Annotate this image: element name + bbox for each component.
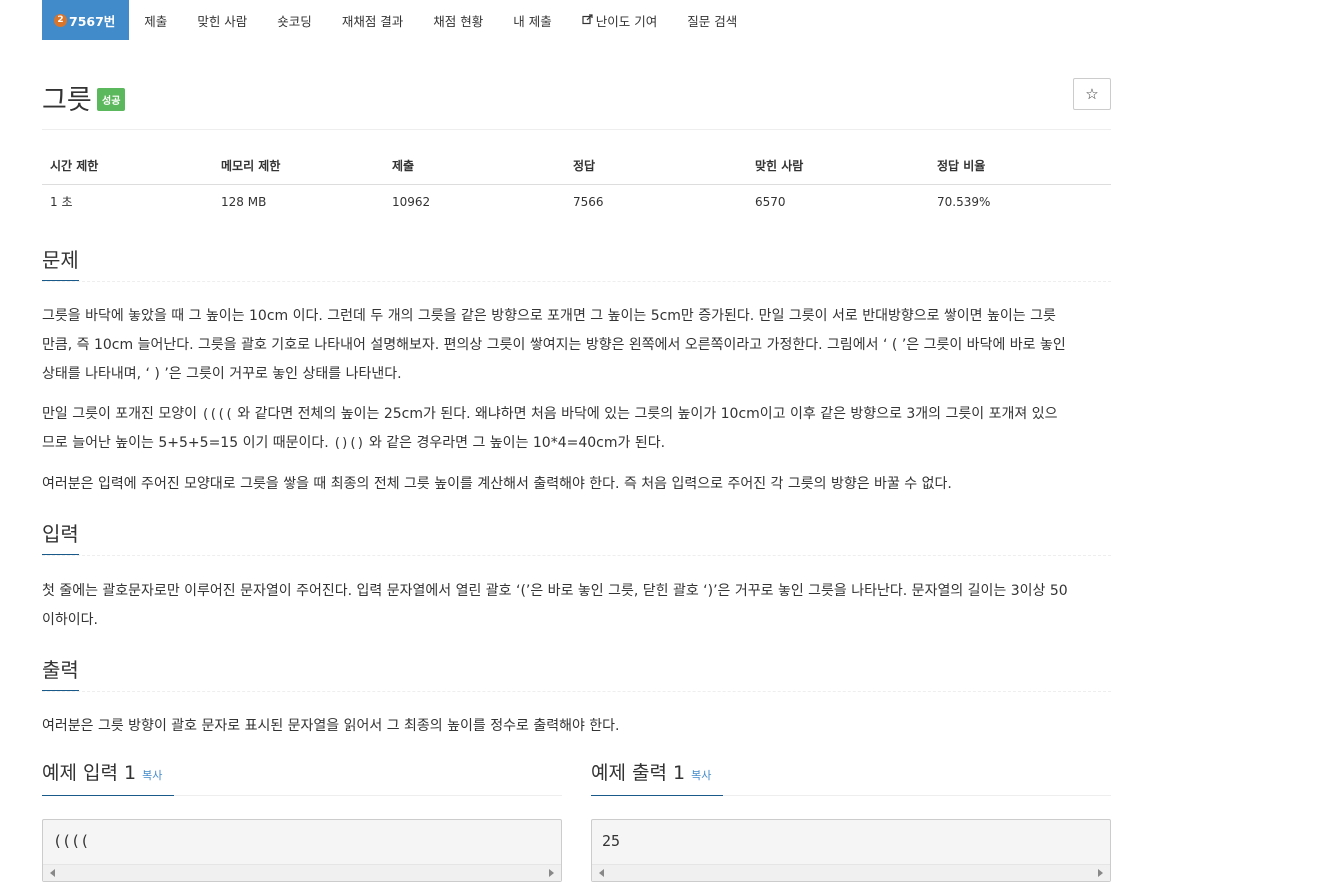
problem-p2-text-c: 므로 늘어난 높이는 5+5+5=15 이기 때문이다.	[42, 435, 334, 451]
output-heading-text: 출력	[42, 654, 79, 691]
submissions-header: 제출	[384, 147, 565, 185]
memory-limit-header: 메모리 제한	[213, 147, 384, 185]
scroll-right-icon[interactable]	[549, 869, 554, 877]
nav-rejudge-results[interactable]: 재채점 결과	[327, 0, 418, 40]
problem-number-label: 7567번	[69, 13, 116, 29]
problem-p2-line2: 므로 늘어난 높이는 5+5+5=15 이기 때문이다. ()() 와 같은 경…	[42, 429, 1111, 458]
status-badge: 성공	[97, 88, 126, 111]
problem-heading-text: 문제	[42, 244, 79, 281]
problem-p1-line2: 만큼, 즉 10cm 늘어난다. 그릇을 괄호 기호로 나타내어 설명해보자. …	[42, 337, 1066, 353]
scroll-right-icon[interactable]	[1098, 869, 1103, 877]
sample-output-header: 예제 출력 1 복사	[591, 758, 1111, 796]
sample-input-box[interactable]: ((((	[42, 819, 562, 882]
nav-question-search[interactable]: 질문 검색	[672, 0, 752, 40]
output-description: 여러분은 그릇 방향이 괄호 문자로 표시된 문자열을 읽어서 그 최종의 높이…	[42, 718, 620, 734]
problem-p2-line1: 만일 그릇이 포개진 모양이 (((( 와 같다면 전체의 높이는 25cm가 …	[42, 400, 1111, 429]
inline-code: ()()	[333, 436, 365, 451]
input-heading-text: 입력	[42, 518, 79, 555]
table-header-row: 시간 제한 메모리 제한 제출 정답 맞힌 사람 정답 비율	[42, 147, 1111, 185]
problem-info-table: 시간 제한 메모리 제한 제출 정답 맞힌 사람 정답 비율 1 초 128 M…	[42, 147, 1111, 218]
nav-solved-users[interactable]: 맞힌 사람	[182, 0, 262, 40]
sample-output-heading: 예제 출력 1 복사	[591, 758, 1111, 796]
accept-ratio-value: 70.539%	[937, 194, 991, 209]
star-icon: ☆	[1085, 85, 1099, 103]
time-limit-header: 시간 제한	[42, 147, 213, 185]
nav-submit[interactable]: 제출	[129, 0, 182, 40]
problem-section-heading: 문제	[42, 244, 1111, 282]
sample-input-heading: 예제 입력 1 복사	[42, 758, 562, 796]
input-description: 첫 줄에는 괄호문자로만 이루어진 문자열이 주어진다. 입력 문자열에서 열린…	[42, 577, 1111, 635]
nav-judge-status[interactable]: 채점 현황	[418, 0, 498, 40]
input-line2: 이하이다.	[42, 612, 98, 628]
nav-difficulty-contribution[interactable]: 난이도 기여	[567, 0, 672, 40]
nav-my-submissions-label: 내 제출	[513, 13, 552, 29]
problem-p2-text-d: 와 같은 경우라면 그 높이는 10*4=40cm가 된다.	[364, 435, 666, 451]
nav-solved-users-label: 맞힌 사람	[197, 13, 248, 29]
table-row: 1 초 128 MB 10962 7566 6570 70.539%	[42, 185, 1111, 219]
problem-p1-line3: 상태를 나타내며, ‘ ) ’은 그릇이 거꾸로 놓인 상태를 나타낸다.	[42, 366, 402, 382]
nav-my-submissions[interactable]: 내 제출	[498, 0, 566, 40]
problem-description-p1: 그릇을 바닥에 놓았을 때 그 높이는 10cm 이다. 그런데 두 개의 그릇…	[42, 302, 1111, 389]
time-limit-value: 1 초	[50, 195, 73, 209]
sample-output-box[interactable]: 25	[591, 819, 1111, 882]
problem-description-p2: 만일 그릇이 포개진 모양이 (((( 와 같다면 전체의 높이는 25cm가 …	[42, 400, 1111, 458]
problem-page: 2 7567번 제출 맞힌 사람 숏코딩 재채점 결과 채점 현황 내 제출 난…	[42, 0, 1111, 882]
solved-users-header: 맞힌 사람	[747, 147, 929, 185]
nav-question-search-label: 질문 검색	[687, 13, 738, 29]
external-link-icon	[582, 13, 593, 28]
nav-judge-status-label: 채점 현황	[433, 13, 484, 29]
sample-output-title-text: 예제 출력 1	[591, 762, 686, 784]
nav-short-coding-label: 숏코딩	[277, 13, 312, 29]
input-line1: 첫 줄에는 괄호문자로만 이루어진 문자열이 주어진다. 입력 문자열에서 열린…	[42, 583, 1068, 599]
sample-input-header: 예제 입력 1 복사	[42, 758, 562, 796]
accepted-header: 정답	[565, 147, 747, 185]
copy-input-button[interactable]: 복사	[142, 769, 162, 782]
accept-ratio-header: 정답 비율	[929, 147, 1111, 185]
sample-input-title-text: 예제 입력 1	[42, 762, 137, 784]
horizontal-scrollbar[interactable]	[592, 864, 1110, 881]
sample-output-title: 예제 출력 1 복사	[591, 758, 724, 796]
favorite-star-button[interactable]: ☆	[1073, 78, 1111, 110]
submissions-value: 10962	[392, 194, 431, 209]
nav-rejudge-results-label: 재채점 결과	[341, 13, 404, 29]
sample-input-text: ((((	[53, 832, 90, 850]
tier-icon: 2	[54, 13, 67, 27]
problem-p2-text-b: 와 같다면 전체의 높이는 25cm가 된다. 왜냐하면 처음 바닥에 있는 그…	[232, 406, 1058, 422]
scroll-left-icon[interactable]	[599, 869, 604, 877]
problem-title-row: 그릇 성공 ☆	[42, 78, 1111, 130]
nav-problem-number[interactable]: 2 7567번	[42, 0, 130, 40]
problem-p1-line1: 그릇을 바닥에 놓았을 때 그 높이는 10cm 이다. 그런데 두 개의 그릇…	[42, 308, 1056, 324]
solved-users-value: 6570	[755, 194, 786, 209]
problem-p2-text-a: 만일 그릇이 포개진 모양이	[42, 406, 202, 422]
problem-nav: 2 7567번 제출 맞힌 사람 숏코딩 재채점 결과 채점 현황 내 제출 난…	[42, 0, 1111, 40]
nav-short-coding[interactable]: 숏코딩	[262, 0, 327, 40]
input-section-heading: 입력	[42, 518, 1111, 556]
problem-description-p3: 여러분은 입력에 주어진 모양대로 그릇을 쌓을 때 최종의 전체 그릇 높이를…	[42, 476, 952, 492]
sample-input-title: 예제 입력 1 복사	[42, 758, 175, 796]
output-section-heading: 출력	[42, 654, 1111, 692]
accepted-value: 7566	[573, 194, 604, 209]
horizontal-scrollbar[interactable]	[43, 864, 561, 881]
sample-output-text: 25	[602, 832, 621, 850]
copy-output-button[interactable]: 복사	[691, 769, 711, 782]
inline-code: ((((	[201, 407, 233, 422]
scroll-left-icon[interactable]	[50, 869, 55, 877]
nav-difficulty-contribution-label: 난이도 기여	[595, 13, 658, 29]
memory-limit-value: 128 MB	[221, 194, 267, 209]
problem-title: 그릇	[42, 85, 92, 116]
nav-submit-label: 제출	[144, 13, 168, 29]
